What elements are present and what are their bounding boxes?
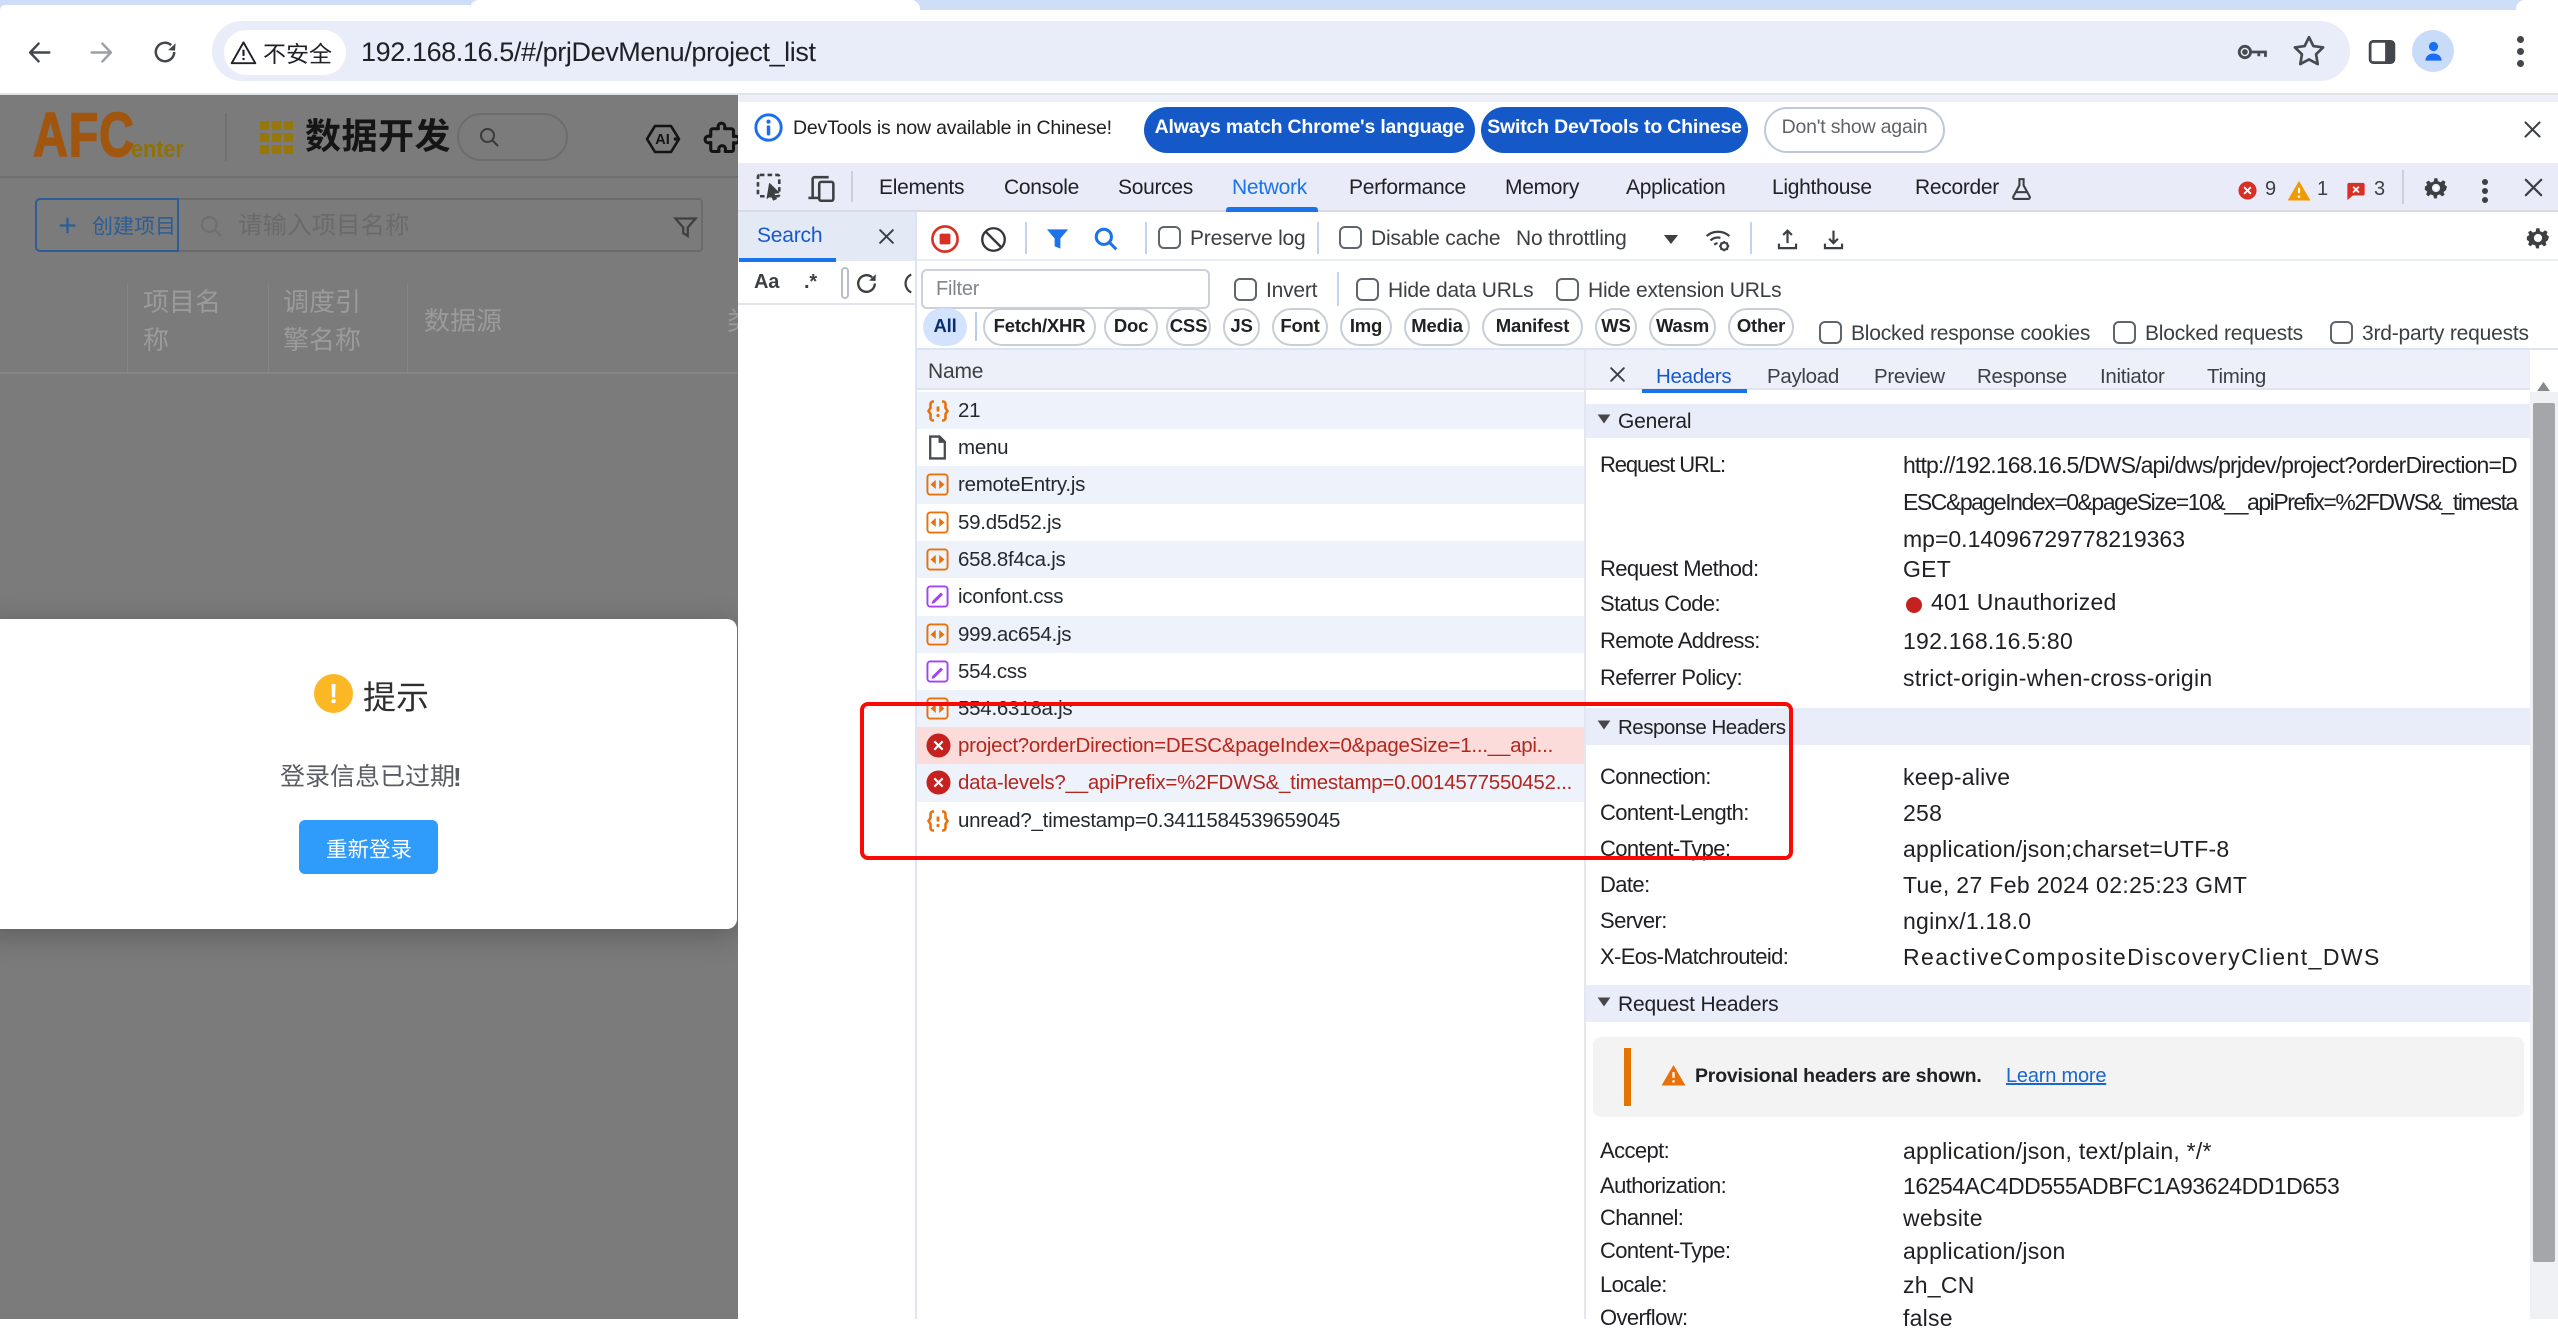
svg-text:AI: AI bbox=[655, 132, 670, 148]
